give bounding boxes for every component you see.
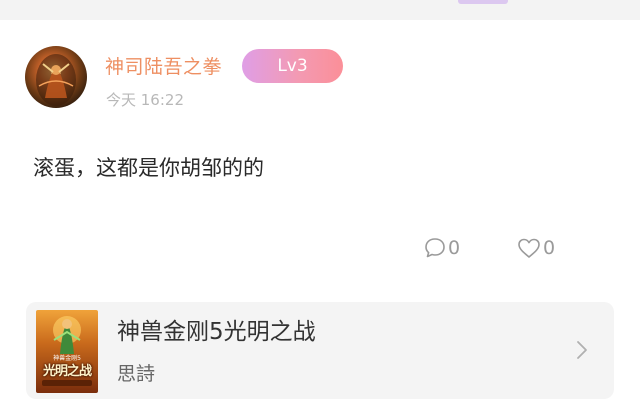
comment-bubble-icon [425, 238, 445, 258]
heart-icon [518, 238, 540, 258]
comment-author-name[interactable]: 神司陆吾之拳 [105, 54, 222, 80]
cover-title: 光明之战 [42, 364, 92, 379]
comment-timestamp: 今天 16:22 [106, 91, 184, 109]
top-bar [0, 0, 640, 20]
reply-button[interactable]: 0 [423, 233, 460, 263]
like-button[interactable]: 0 [516, 233, 555, 263]
avatar-warrior-portrait [36, 54, 76, 106]
level-badge: Lv3 [242, 49, 343, 83]
comment-text: 滚蛋，这都是你胡邹的的 [33, 156, 264, 180]
book-title: 神兽金刚5光明之战 [117, 319, 316, 345]
book-card[interactable]: 神兽金刚5 光明之战 神兽金刚5光明之战 思詩 [26, 302, 614, 399]
book-author: 思詩 [117, 363, 156, 385]
like-count: 0 [543, 237, 556, 259]
avatar[interactable] [25, 46, 87, 108]
cover-author-strip [42, 380, 92, 386]
reply-count: 0 [448, 237, 461, 259]
tab-indicator [458, 0, 508, 4]
chevron-right-icon [576, 340, 588, 360]
book-cover: 神兽金刚5 光明之战 [36, 310, 98, 393]
